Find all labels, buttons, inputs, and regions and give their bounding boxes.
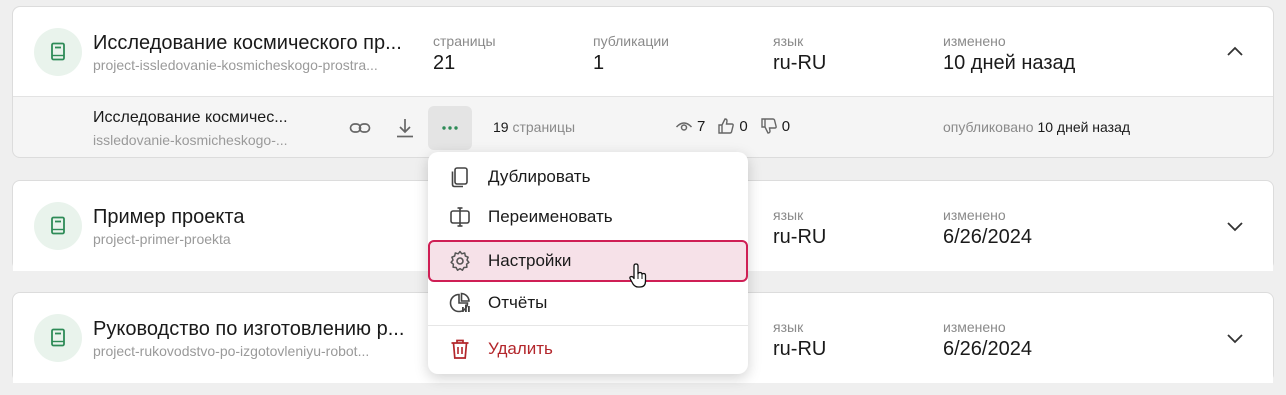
more-dots-icon <box>442 126 458 130</box>
copy-icon <box>451 167 468 188</box>
meta-label-publications: публикации <box>593 33 669 49</box>
meta-label-language: язык <box>773 207 804 223</box>
version-title[interactable]: Исследование космичес... <box>93 109 318 127</box>
meta-value-language: ru-RU <box>773 52 827 74</box>
rename-icon <box>450 207 470 227</box>
menu-item-settings[interactable]: Настройки <box>428 240 748 282</box>
published-value: 10 дней назад <box>1037 119 1131 135</box>
meta-value-modified: 6/26/2024 <box>943 226 1032 248</box>
meta-label-modified: изменено <box>943 33 1006 49</box>
project-slug: project-issledovanie-kosmicheskogo-prost… <box>93 57 378 73</box>
menu-item-reports[interactable]: Отчёты <box>428 283 748 323</box>
meta-value-publications: 1 <box>593 52 605 74</box>
thumbs-up-icon <box>718 118 735 134</box>
project-card: Исследование космического пр... project-… <box>12 6 1274 158</box>
meta-value-modified: 6/26/2024 <box>943 338 1032 360</box>
chevron-up-icon[interactable] <box>1223 40 1247 64</box>
project-slug: project-rukovodstvo-po-izgotovleniyu-rob… <box>93 343 370 359</box>
hand-cursor-icon <box>629 263 647 288</box>
version-published: опубликовано 10 дней назад <box>943 119 1130 135</box>
version-pages-label: страницы <box>512 119 576 135</box>
meta-label-pages: страницы <box>433 33 496 49</box>
version-slug: issledovanie-kosmicheskogo-... <box>93 132 288 148</box>
chevron-down-icon[interactable] <box>1223 326 1247 350</box>
book-icon <box>34 202 82 250</box>
book-icon <box>34 314 82 362</box>
more-button[interactable] <box>428 106 472 150</box>
menu-item-label: Удалить <box>488 339 553 358</box>
version-pages: 19 страницы <box>493 119 575 135</box>
meta-label-language: язык <box>773 33 804 49</box>
menu-item-rename[interactable]: Переименовать <box>428 197 748 237</box>
chevron-down-icon[interactable] <box>1223 214 1247 238</box>
published-label: опубликовано <box>943 119 1034 135</box>
project-slug: project-primer-proekta <box>93 231 231 247</box>
meta-value-language: ru-RU <box>773 338 827 360</box>
version-row: Исследование космичес... issledovanie-ko… <box>13 98 1273 158</box>
report-icon <box>449 292 470 313</box>
meta-value-pages: 21 <box>433 52 456 74</box>
thumbs-down-icon <box>760 118 777 134</box>
gear-icon <box>450 250 470 271</box>
trash-icon <box>451 339 469 359</box>
book-icon <box>34 28 82 76</box>
menu-divider <box>428 325 748 326</box>
download-button[interactable] <box>383 106 427 150</box>
menu-item-label: Настройки <box>488 251 572 270</box>
project-title[interactable]: Пример проекта <box>93 206 423 229</box>
views-count: 7 <box>697 117 706 135</box>
menu-item-label: Отчёты <box>488 293 548 312</box>
likes-count: 0 <box>739 117 748 135</box>
meta-label-modified: изменено <box>943 207 1006 223</box>
dislikes-count: 0 <box>781 117 791 135</box>
meta-value-language: ru-RU <box>773 226 827 248</box>
meta-label-language: язык <box>773 319 804 335</box>
project-header[interactable]: Исследование космического пр... project-… <box>13 7 1273 97</box>
download-icon <box>397 119 413 138</box>
meta-label-modified: изменено <box>943 319 1006 335</box>
project-title[interactable]: Руководство по изготовлению р... <box>93 318 423 341</box>
link-icon <box>349 123 371 133</box>
menu-item-label: Переименовать <box>488 207 613 226</box>
version-stats: 7 0 0 <box>675 117 802 135</box>
meta-value-modified: 10 дней назад <box>943 52 1076 74</box>
menu-item-delete[interactable]: Удалить <box>428 329 748 369</box>
project-title[interactable]: Исследование космического пр... <box>93 32 423 55</box>
menu-item-label: Дублировать <box>488 167 591 186</box>
link-button[interactable] <box>338 106 382 150</box>
menu-item-duplicate[interactable]: Дублировать <box>428 157 748 197</box>
context-menu: Дублировать Переименовать Настройки Отчё… <box>428 152 748 374</box>
eye-icon <box>675 122 693 131</box>
version-pages-count: 19 <box>493 119 509 135</box>
